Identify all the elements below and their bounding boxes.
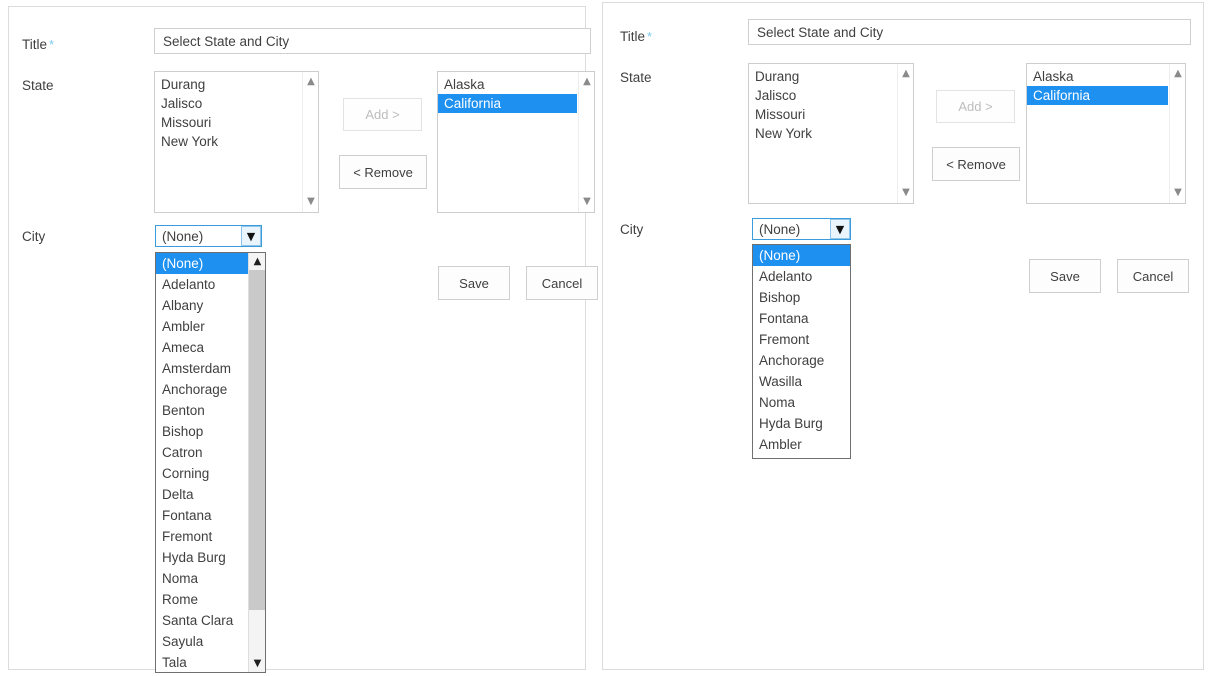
chevron-down-icon[interactable]: ▼ bbox=[830, 219, 850, 239]
state-available-scrollbar[interactable]: ▲ ▼ bbox=[897, 64, 913, 203]
scroll-up-arrow-icon[interactable]: ▲ bbox=[1170, 66, 1185, 82]
state-selected-listbox[interactable]: Alaska California ▲ ▼ bbox=[1026, 63, 1186, 204]
scroll-down-arrow-icon[interactable]: ▼ bbox=[579, 194, 594, 210]
state-available-listbox[interactable]: Durang Jalisco Missouri New York ▲ ▼ bbox=[154, 71, 319, 213]
remove-button[interactable]: < Remove bbox=[932, 147, 1020, 181]
dropdown-option[interactable]: Sayula bbox=[156, 631, 248, 652]
remove-button[interactable]: < Remove bbox=[339, 155, 427, 189]
list-item[interactable]: Alaska bbox=[1027, 67, 1168, 86]
dropdown-option[interactable]: Hyda Burg bbox=[753, 413, 850, 434]
list-item[interactable]: Jalisco bbox=[155, 94, 301, 113]
dropdown-option[interactable]: Anchorage bbox=[753, 350, 850, 371]
cancel-button[interactable]: Cancel bbox=[526, 266, 598, 300]
cancel-button[interactable]: Cancel bbox=[1117, 259, 1189, 293]
city-label: City bbox=[22, 229, 46, 244]
scroll-up-arrow-icon[interactable]: ▲ bbox=[898, 66, 913, 82]
dropdown-option[interactable]: Adelanto bbox=[753, 266, 850, 287]
city-label: City bbox=[620, 222, 644, 237]
list-item-selected[interactable]: California bbox=[438, 94, 577, 113]
city-combobox[interactable]: (None) ▼ bbox=[155, 225, 262, 247]
state-available-options[interactable]: Durang Jalisco Missouri New York bbox=[155, 75, 301, 151]
dropdown-option-selected[interactable]: (None) bbox=[156, 253, 248, 274]
add-button[interactable]: Add > bbox=[343, 98, 422, 131]
scrollbar-thumb[interactable] bbox=[249, 270, 265, 610]
dropdown-option[interactable]: Noma bbox=[156, 568, 248, 589]
title-label-text: Title bbox=[22, 37, 48, 52]
dropdown-option[interactable]: Delta bbox=[156, 484, 248, 505]
scroll-up-arrow-icon[interactable]: ▲ bbox=[579, 74, 594, 90]
dropdown-option-selected[interactable]: (None) bbox=[753, 245, 850, 266]
list-item[interactable]: New York bbox=[155, 132, 301, 151]
state-selected-listbox[interactable]: Alaska California ▲ ▼ bbox=[437, 71, 595, 213]
dropdown-option[interactable]: Adelanto bbox=[156, 274, 248, 295]
title-input[interactable] bbox=[748, 19, 1191, 45]
state-selected-options[interactable]: Alaska California bbox=[438, 75, 577, 113]
dropdown-option[interactable]: Fremont bbox=[753, 329, 850, 350]
list-item[interactable]: Alaska bbox=[438, 75, 577, 94]
list-item[interactable]: Jalisco bbox=[749, 86, 896, 105]
dropdown-option[interactable]: Fontana bbox=[753, 308, 850, 329]
dropdown-option[interactable]: Noma bbox=[753, 392, 850, 413]
screenshot-stage: Title* State Durang Jalisco Missouri New… bbox=[0, 0, 1212, 676]
scroll-down-arrow-icon[interactable]: ▼ bbox=[249, 655, 265, 672]
city-combobox-value: (None) bbox=[759, 221, 801, 237]
scroll-down-arrow-icon[interactable]: ▼ bbox=[1170, 185, 1185, 201]
state-label: State bbox=[22, 78, 54, 93]
dropdown-option[interactable]: Albany bbox=[156, 295, 248, 316]
save-button[interactable]: Save bbox=[438, 266, 510, 300]
dropdown-option[interactable]: Hyda Burg bbox=[156, 547, 248, 568]
dropdown-option[interactable]: Anchorage bbox=[156, 379, 248, 400]
city-dropdown-popup[interactable]: (None) Adelanto Albany Ambler Ameca Amsterdam… bbox=[155, 252, 266, 673]
state-selected-scrollbar[interactable]: ▲ ▼ bbox=[578, 72, 594, 212]
chevron-down-icon[interactable]: ▼ bbox=[241, 226, 261, 246]
form-panel-left: Title* State Durang Jalisco Missouri New… bbox=[8, 6, 598, 673]
dropdown-option[interactable]: Corning bbox=[156, 463, 248, 484]
title-label: Title * bbox=[22, 37, 54, 52]
state-label: State bbox=[620, 70, 652, 85]
dropdown-option[interactable]: Amsterdam bbox=[156, 358, 248, 379]
dropdown-option[interactable]: Ameca bbox=[156, 337, 248, 358]
state-available-options[interactable]: Durang Jalisco Missouri New York bbox=[749, 67, 896, 143]
scroll-up-arrow-icon[interactable]: ▲ bbox=[303, 74, 318, 90]
state-available-listbox[interactable]: Durang Jalisco Missouri New York ▲ ▼ bbox=[748, 63, 914, 204]
dropdown-option[interactable]: Benton bbox=[156, 400, 248, 421]
dropdown-option[interactable]: Catron bbox=[156, 442, 248, 463]
required-asterisk-icon: * bbox=[49, 37, 55, 52]
city-dropdown-options[interactable]: (None) Adelanto Albany Ambler Ameca Amsterdam… bbox=[156, 253, 248, 672]
city-dropdown-options[interactable]: (None) Adelanto Bishop Fontana Fremont Anchor… bbox=[753, 245, 850, 455]
save-button[interactable]: Save bbox=[1029, 259, 1101, 293]
city-dropdown-popup[interactable]: (None) Adelanto Bishop Fontana Fremont Anchor… bbox=[752, 244, 851, 459]
list-item-selected[interactable]: California bbox=[1027, 86, 1168, 105]
dropdown-option[interactable]: Fontana bbox=[156, 505, 248, 526]
add-button[interactable]: Add > bbox=[936, 90, 1015, 123]
scroll-down-arrow-icon[interactable]: ▼ bbox=[898, 185, 913, 201]
required-asterisk-icon: * bbox=[647, 29, 653, 44]
dropdown-option[interactable]: Tala bbox=[156, 652, 248, 672]
city-combobox[interactable]: (None) ▼ bbox=[752, 218, 851, 240]
list-item[interactable]: Durang bbox=[155, 75, 301, 94]
city-dropdown-scrollbar[interactable]: ▲ ▼ bbox=[248, 253, 265, 672]
form-panel-right: Title* State Durang Jalisco Missouri New… bbox=[602, 2, 1204, 670]
list-item[interactable]: Durang bbox=[749, 67, 896, 86]
list-item[interactable]: Missouri bbox=[155, 113, 301, 132]
scroll-up-arrow-icon[interactable]: ▲ bbox=[249, 253, 265, 270]
dropdown-option[interactable]: Bishop bbox=[156, 421, 248, 442]
title-input[interactable] bbox=[154, 28, 591, 54]
dropdown-option[interactable]: Bishop bbox=[753, 287, 850, 308]
city-combobox-value: (None) bbox=[162, 228, 204, 244]
state-selected-options[interactable]: Alaska California bbox=[1027, 67, 1168, 105]
list-item[interactable]: Missouri bbox=[749, 105, 896, 124]
title-label-text: Title bbox=[620, 29, 646, 44]
dropdown-option[interactable]: Santa Clara bbox=[156, 610, 248, 631]
dropdown-option[interactable]: Ambler bbox=[156, 316, 248, 337]
dropdown-option[interactable]: Fremont bbox=[156, 526, 248, 547]
title-label: Title * bbox=[620, 29, 652, 44]
list-item[interactable]: New York bbox=[749, 124, 896, 143]
dropdown-option[interactable]: Rome bbox=[156, 589, 248, 610]
dropdown-option[interactable]: Ambler bbox=[753, 434, 850, 455]
state-available-scrollbar[interactable]: ▲ ▼ bbox=[302, 72, 318, 212]
dropdown-option[interactable]: Wasilla bbox=[753, 371, 850, 392]
state-selected-scrollbar[interactable]: ▲ ▼ bbox=[1169, 64, 1185, 203]
scroll-down-arrow-icon[interactable]: ▼ bbox=[303, 194, 318, 210]
